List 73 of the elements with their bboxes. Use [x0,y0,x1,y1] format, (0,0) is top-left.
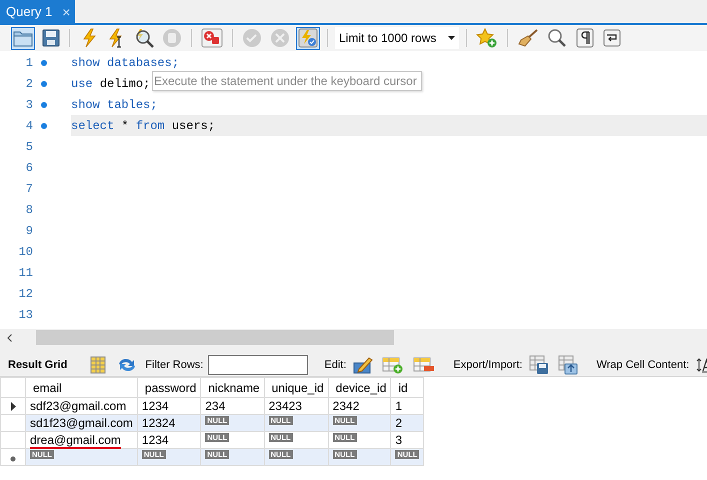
magnifier-icon [134,28,154,48]
scrollbar-thumb[interactable] [36,330,394,345]
line-number: 9 [24,222,33,240]
table-cell: 3 [395,433,402,447]
table-cell: 12324 [142,416,176,430]
line-number: 3 [24,96,33,114]
column-header[interactable]: password [137,378,201,398]
tooltip: Execute the statement under the keyboard cursor [152,71,422,91]
cancel-icon [270,28,290,48]
table-cell: 2 [395,416,402,430]
line-number: 13 [18,306,33,324]
scroll-left-icon [6,334,12,342]
column-header[interactable]: unique_id [264,378,328,398]
save-icon [42,29,60,47]
query-tab[interactable]: Query 1 × [0,0,75,23]
folder-icon [13,29,33,47]
column-header[interactable]: id [390,378,424,398]
table-cell: 1 [395,399,402,413]
filter-field[interactable] [208,355,308,375]
line-number: 2 [24,76,33,92]
star-plus-icon [476,28,498,48]
edit-button[interactable] [351,354,376,376]
line-number: 4 [24,118,33,134]
broom-icon [517,28,539,48]
table-cell: 1234 [142,399,169,413]
open-button[interactable] [11,26,35,50]
line-number: 10 [18,244,33,260]
line-number: 5 [24,138,33,156]
line-number: 8 [24,202,33,218]
toggle-stop-button[interactable] [199,26,225,50]
column-header[interactable]: nickname [200,378,264,398]
line-number: 1 [24,54,33,72]
code-token: select [71,118,114,132]
code-token: delimo; [100,76,150,90]
table-cell: 234 [205,399,226,413]
caret-icon [448,36,455,40]
lightning-check-icon [298,28,318,48]
code-token: use [71,76,93,90]
line-number: 12 [18,286,33,302]
table-cell: sd1f23@gmail.com [30,416,133,430]
code-token: show [71,98,100,112]
code-token: databases; [107,56,180,70]
add-row-icon [382,356,404,374]
check-icon [242,28,262,48]
columns-icon [89,356,108,374]
pencil-icon [353,356,374,374]
code-token: users; [172,118,216,132]
import-button[interactable] [556,354,580,376]
table-cell: 23423 [268,399,302,413]
column-header[interactable]: device_id [328,378,391,398]
table-cell: 2342 [332,399,360,413]
column-header[interactable]: email [26,378,138,398]
result-grid-tab[interactable]: Result Grid [4,354,72,376]
limit-dropdown[interactable]: Limit to 1000 rows [335,27,459,49]
table-cell: sdf23@gmail.com [30,399,126,413]
line-number: 11 [18,264,33,282]
search-icon [547,28,567,48]
toolbar-label: Wrap Cell Content: [596,358,690,373]
toolbar-label: Filter Rows: [145,358,204,373]
line-number: 6 [24,160,33,176]
code-token: tables; [107,98,158,112]
code-token: * [121,118,129,132]
stop-icon [201,28,223,48]
toolbar-label: Edit: [324,358,346,373]
toolbar-label: Export/Import: [453,358,522,373]
line-number: 7 [24,180,33,198]
pilcrow-icon [576,28,594,48]
table-cell: 1234 [142,433,169,447]
delete-row-icon [413,356,436,374]
code-token: from [136,118,165,132]
code-token: show [71,56,100,70]
wrap-icon [602,29,620,47]
auto-commit-button[interactable] [296,26,320,50]
